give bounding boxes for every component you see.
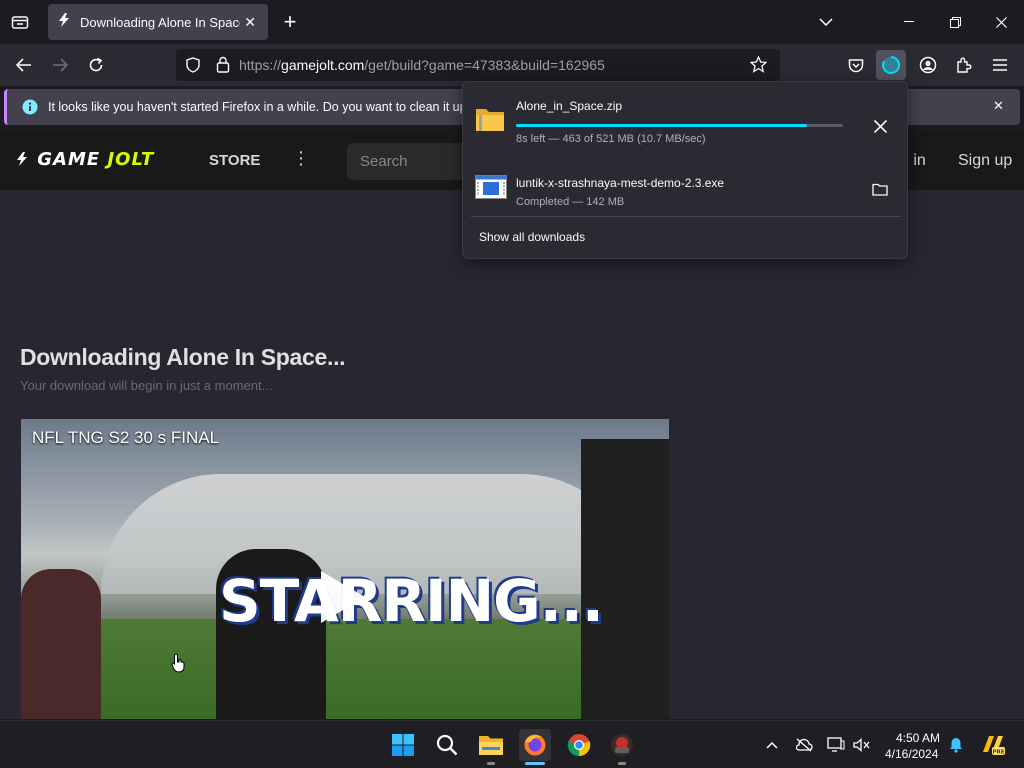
store-link[interactable]: STORE [209,152,260,169]
search-placeholder: Search [360,153,408,170]
tab-downloading[interactable]: Downloading Alone In Space - G ✕ [48,4,268,40]
notification-text: It looks like you haven't started Firefo… [48,100,485,114]
tab-title: Downloading Alone In Space - G [80,14,240,30]
signup-link[interactable]: Sign up [958,152,1012,170]
lock-icon[interactable] [216,56,230,78]
bookmark-star-icon[interactable] [749,55,768,78]
windows-start-icon[interactable] [387,729,419,761]
download-status: Completed — 142 MB [516,196,625,208]
logo-text-game: GAME [37,149,101,170]
account-icon[interactable] [913,50,943,80]
download-status: 8s left — 463 of 521 MB (10.7 MB/sec) [516,133,706,145]
tab-bar: Downloading Alone In Space - G ✕ + [0,0,1024,44]
more-options-icon[interactable]: ⋮ [292,148,310,169]
clock-date[interactable]: 4/16/2024 [885,747,938,761]
downloads-panel: Alone_in_Space.zip 8s left — 463 of 521 … [462,81,908,259]
exe-file-icon [475,175,507,204]
page-subtitle: Your download will begin in just a momen… [20,378,273,393]
page-title: Downloading Alone In Space... [20,344,346,370]
reload-button[interactable] [81,50,111,80]
download-filename: luntik-x-strashnaya-mest-demo-2.3.exe [516,176,725,190]
cancel-download-icon[interactable] [864,110,896,142]
download-filename: Alone_in_Space.zip [516,99,623,113]
copilot-pre-icon[interactable]: PRE [980,732,1006,758]
pocket-icon[interactable] [841,50,871,80]
restore-button[interactable] [932,0,978,44]
zip-folder-icon [475,106,505,137]
active-indicator [525,762,545,765]
running-indicator [487,762,495,765]
volume-muted-icon[interactable] [852,735,872,755]
new-tab-icon[interactable]: + [276,8,304,36]
video-player[interactable]: NFL TNG S2 30 s FINAL STARRING... [21,419,669,719]
forward-button[interactable] [45,50,75,80]
download-item-active[interactable]: Alone_in_Space.zip 8s left — 463 of 521 … [463,88,909,148]
running-indicator [618,762,626,765]
logo-text-jolt: JOLT [107,149,155,170]
firefox-icon[interactable] [519,729,551,765]
minimize-button[interactable] [886,0,932,44]
game-app-icon[interactable] [606,729,638,765]
back-button[interactable] [9,50,39,80]
mouse-cursor-icon [171,653,187,678]
info-icon [22,99,38,120]
open-folder-icon[interactable] [864,173,896,205]
clock-time[interactable]: 4:50 AM [896,731,940,745]
download-progress-fill [516,124,808,127]
network-icon[interactable] [826,735,846,755]
onedrive-offline-icon[interactable] [794,735,814,755]
close-tab-icon[interactable]: ✕ [240,12,260,32]
video-person [21,569,101,719]
chrome-icon[interactable] [563,729,595,761]
video-caption: STARRING... [219,567,604,635]
play-button-icon[interactable] [321,571,365,623]
chevron-up-icon[interactable] [762,735,782,755]
extensions-icon[interactable] [949,50,979,80]
downloads-divider [471,216,901,217]
tracking-protection-shield-icon[interactable] [186,57,200,78]
close-window-button[interactable] [978,0,1024,44]
tab-list-icon[interactable] [6,8,34,36]
notification-bell-icon[interactable] [946,735,966,755]
page-content: Downloading Alone In Space... Your downl… [0,190,1024,719]
show-all-downloads-link[interactable]: Show all downloads [479,230,585,244]
windows-taskbar: 4:50 AM 4/16/2024 PRE [0,720,1024,768]
close-notification-icon[interactable]: ✕ [993,98,1004,114]
download-item-completed[interactable]: luntik-x-strashnaya-mest-demo-2.3.exe Co… [463,158,909,218]
gamejolt-logo[interactable]: GAME JOLT [14,149,154,170]
url-text[interactable]: https://gamejolt.com/get/build?game=4738… [239,57,605,73]
file-explorer-icon[interactable] [475,729,507,765]
search-icon[interactable] [431,729,463,761]
gamejolt-favicon-icon [56,12,72,33]
video-title: NFL TNG S2 30 s FINAL [32,428,220,447]
chevron-down-icon[interactable] [812,8,840,36]
downloads-button[interactable] [876,50,906,80]
bolt-icon [17,152,27,166]
svg-text:PRE: PRE [992,750,1004,756]
download-progress-bar [516,124,843,127]
navigation-toolbar: https://gamejolt.com/get/build?game=4738… [0,44,1024,86]
url-bar[interactable]: https://gamejolt.com/get/build?game=4738… [176,49,780,81]
menu-icon[interactable] [985,50,1015,80]
